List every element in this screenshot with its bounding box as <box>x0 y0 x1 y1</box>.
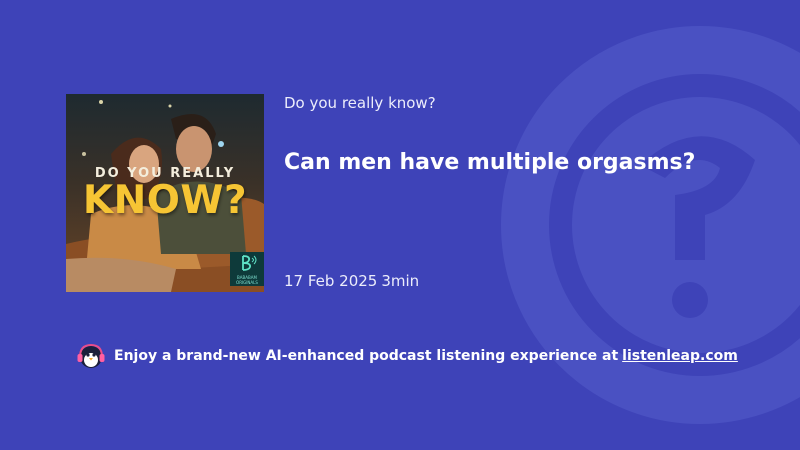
background-logo-watermark-icon <box>490 0 800 450</box>
episode-meta: 17 Feb 2025 3min <box>284 272 419 290</box>
promo-text: Enjoy a brand-new AI-enhanced podcast li… <box>114 348 619 364</box>
episode-duration: 3min <box>381 272 420 290</box>
podcast-cover-art[interactable]: DO YOU REALLY KNOW? BABABAM ORIGINALS <box>66 94 264 292</box>
publisher-label: ORIGINALS <box>236 280 258 285</box>
podcast-name[interactable]: Do you really know? <box>284 94 436 112</box>
episode-title: Can men have multiple orgasms? <box>284 150 696 175</box>
bababam-logo-icon <box>242 255 257 271</box>
cover-heading-large: KNOW? <box>82 178 248 223</box>
penguin-headphones-icon <box>77 343 105 368</box>
listenleap-link[interactable]: listenleap.com <box>622 348 738 364</box>
promo-banner: Enjoy a brand-new AI-enhanced podcast li… <box>76 342 738 370</box>
episode-date: 17 Feb 2025 <box>284 272 378 290</box>
publisher-badge: BABABAM ORIGINALS <box>230 252 264 286</box>
